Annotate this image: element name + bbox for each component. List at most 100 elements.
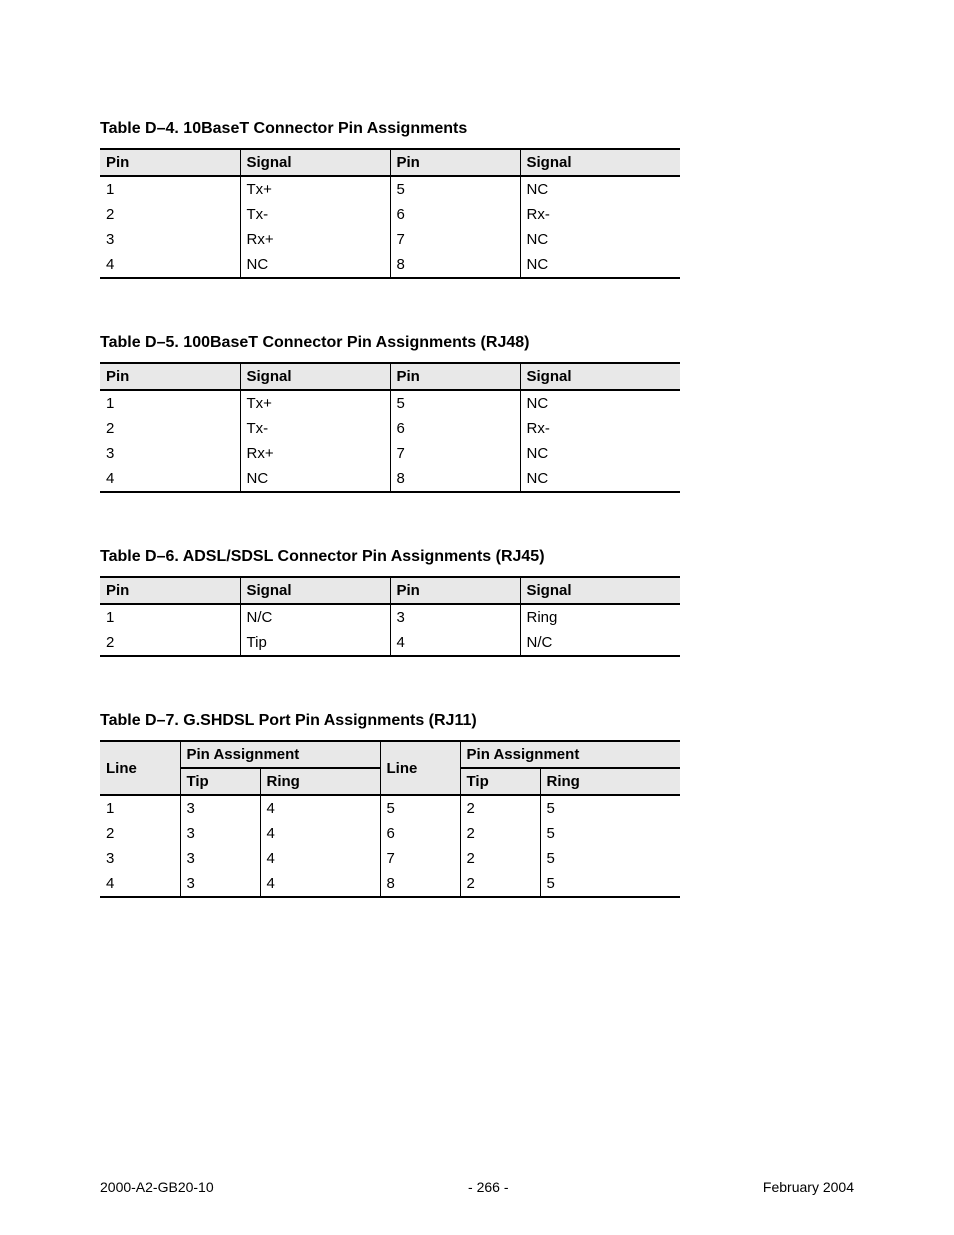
th-pin: Pin <box>100 577 240 604</box>
th-pin: Pin <box>100 363 240 390</box>
table-cell: 3 <box>100 227 240 252</box>
table-cell: 2 <box>100 416 240 441</box>
table-cell: 5 <box>390 176 520 202</box>
th-pin-assignment: Pin Assignment <box>180 741 380 768</box>
table-cell: Rx+ <box>240 441 390 466</box>
table-cell: 5 <box>390 390 520 416</box>
th-pin: Pin <box>390 577 520 604</box>
footer-right: February 2004 <box>763 1179 854 1195</box>
table-cell: NC <box>520 466 680 492</box>
table-d4: Table D–4. 10BaseT Connector Pin Assignm… <box>100 120 854 279</box>
table-d6: Table D–6. ADSL/SDSL Connector Pin Assig… <box>100 548 854 657</box>
table-d4-grid: Pin Signal Pin Signal 1Tx+5NC2Tx-6Rx-3Rx… <box>100 148 680 279</box>
table-cell: 3 <box>100 846 180 871</box>
table-cell: NC <box>240 466 390 492</box>
tbody-d5: 1Tx+5NC2Tx-6Rx-3Rx+7NC4NC8NC <box>100 390 680 492</box>
th-signal: Signal <box>240 363 390 390</box>
table-cell: 1 <box>100 795 180 821</box>
table-cell: 3 <box>390 604 520 630</box>
table-cell: 8 <box>390 466 520 492</box>
table-d7: Table D–7. G.SHDSL Port Pin Assignments … <box>100 712 854 898</box>
table-cell: 3 <box>180 821 260 846</box>
table-d6-grid: Pin Signal Pin Signal 1N/C3Ring2Tip4N/C <box>100 576 680 657</box>
footer-left: 2000-A2-GB20-10 <box>100 1179 214 1195</box>
table-cell: 4 <box>100 466 240 492</box>
table-cell: Rx- <box>520 202 680 227</box>
caption-d4: Table D–4. 10BaseT Connector Pin Assignm… <box>100 120 854 138</box>
table-cell: 2 <box>100 202 240 227</box>
table-cell: Tx+ <box>240 176 390 202</box>
th-pin: Pin <box>390 149 520 176</box>
table-cell: 7 <box>380 846 460 871</box>
table-cell: Tx- <box>240 202 390 227</box>
table-d7-grid: Line Pin Assignment Line Pin Assignment … <box>100 740 680 898</box>
tbody-d7: 134525234625334725434825 <box>100 795 680 897</box>
table-cell: 4 <box>100 252 240 278</box>
table-cell: 4 <box>390 630 520 656</box>
table-cell: NC <box>520 441 680 466</box>
footer-center: - 266 - <box>468 1179 508 1195</box>
table-cell: 3 <box>180 795 260 821</box>
th-ring: Ring <box>260 768 380 795</box>
table-cell: 3 <box>100 441 240 466</box>
table-d5: Table D–5. 100BaseT Connector Pin Assign… <box>100 334 854 493</box>
table-d5-grid: Pin Signal Pin Signal 1Tx+5NC2Tx-6Rx-3Rx… <box>100 362 680 493</box>
th-signal: Signal <box>240 149 390 176</box>
table-cell: 7 <box>390 227 520 252</box>
table-cell: N/C <box>520 630 680 656</box>
caption-d5: Table D–5. 100BaseT Connector Pin Assign… <box>100 334 854 352</box>
table-cell: 6 <box>390 416 520 441</box>
table-cell: 4 <box>260 821 380 846</box>
table-cell: 6 <box>390 202 520 227</box>
table-cell: 8 <box>380 871 460 897</box>
caption-d7: Table D–7. G.SHDSL Port Pin Assignments … <box>100 712 854 730</box>
table-cell: 5 <box>540 871 680 897</box>
th-ring: Ring <box>540 768 680 795</box>
table-cell: 5 <box>540 846 680 871</box>
table-cell: NC <box>240 252 390 278</box>
caption-d6: Table D–6. ADSL/SDSL Connector Pin Assig… <box>100 548 854 566</box>
table-cell: 8 <box>390 252 520 278</box>
table-cell: N/C <box>240 604 390 630</box>
table-cell: NC <box>520 252 680 278</box>
th-signal: Signal <box>520 149 680 176</box>
th-signal: Signal <box>520 577 680 604</box>
tbody-d6: 1N/C3Ring2Tip4N/C <box>100 604 680 656</box>
th-tip: Tip <box>180 768 260 795</box>
table-cell: 7 <box>390 441 520 466</box>
th-tip: Tip <box>460 768 540 795</box>
table-cell: Tx- <box>240 416 390 441</box>
table-cell: 4 <box>260 871 380 897</box>
th-line: Line <box>100 741 180 795</box>
table-cell: 5 <box>540 821 680 846</box>
table-cell: NC <box>520 176 680 202</box>
th-pin-assignment: Pin Assignment <box>460 741 680 768</box>
table-cell: 2 <box>100 630 240 656</box>
table-cell: Rx+ <box>240 227 390 252</box>
table-cell: 1 <box>100 176 240 202</box>
th-pin: Pin <box>390 363 520 390</box>
table-cell: 1 <box>100 604 240 630</box>
table-cell: 6 <box>380 821 460 846</box>
table-cell: NC <box>520 390 680 416</box>
table-cell: 5 <box>540 795 680 821</box>
table-cell: 1 <box>100 390 240 416</box>
tbody-d4: 1Tx+5NC2Tx-6Rx-3Rx+7NC4NC8NC <box>100 176 680 278</box>
table-cell: 5 <box>380 795 460 821</box>
table-cell: 2 <box>460 846 540 871</box>
table-cell: NC <box>520 227 680 252</box>
table-cell: 4 <box>260 795 380 821</box>
th-signal: Signal <box>520 363 680 390</box>
table-cell: 4 <box>260 846 380 871</box>
table-cell: Tx+ <box>240 390 390 416</box>
table-cell: Tip <box>240 630 390 656</box>
table-cell: 2 <box>100 821 180 846</box>
table-cell: Ring <box>520 604 680 630</box>
table-cell: 2 <box>460 821 540 846</box>
th-line: Line <box>380 741 460 795</box>
th-pin: Pin <box>100 149 240 176</box>
table-cell: 3 <box>180 871 260 897</box>
th-signal: Signal <box>240 577 390 604</box>
table-cell: 2 <box>460 871 540 897</box>
page-footer: 2000-A2-GB20-10 - 266 - February 2004 <box>100 1179 854 1195</box>
